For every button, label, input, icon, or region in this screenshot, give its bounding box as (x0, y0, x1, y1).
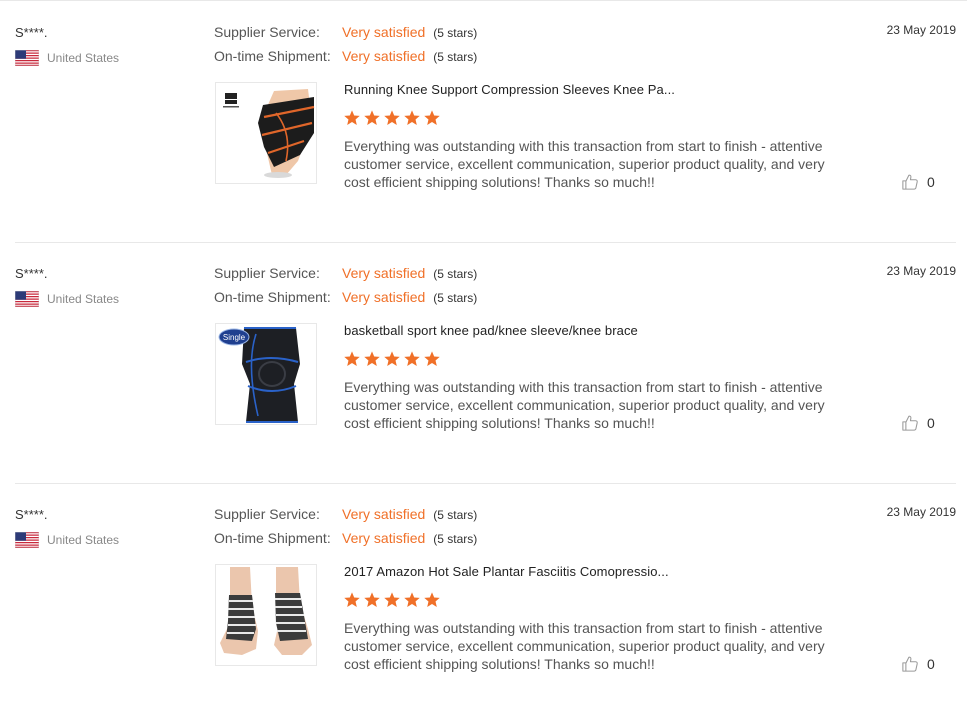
supplier-service-row: Supplier Service: Very satisfied (5 star… (214, 506, 477, 522)
ontime-shipment-row: On-time Shipment: Very satisfied (5 star… (214, 530, 477, 546)
ontime-shipment-value: Very satisfied (342, 530, 426, 546)
supplier-service-value: Very satisfied (342, 24, 426, 40)
us-flag-icon (15, 532, 39, 548)
thumbs-up-icon (902, 415, 918, 431)
buyer-name: S****. (15, 507, 48, 522)
buyer-name: S****. (15, 25, 48, 40)
star-icon (344, 592, 360, 607)
buyer-country: United States (47, 533, 120, 547)
supplier-service-stars: (5 stars) (433, 26, 478, 40)
star-icon (364, 592, 380, 607)
review-date: 23 May 2019 (886, 264, 956, 278)
ontime-shipment-value: Very satisfied (342, 48, 426, 64)
star-icon (404, 592, 420, 607)
supplier-service-value: Very satisfied (342, 265, 426, 281)
helpful-count: 0 (927, 656, 935, 672)
star-icon (364, 351, 380, 366)
single-badge: Single (223, 333, 246, 342)
us-flag-icon (15, 50, 39, 66)
supplier-service-value: Very satisfied (342, 506, 426, 522)
buyer-name: S****. (15, 266, 48, 281)
review-text: Everything was outstanding with this tra… (344, 138, 825, 190)
helpful-button[interactable]: 0 (901, 173, 935, 191)
helpful-button[interactable]: 0 (901, 414, 935, 432)
star-icon (384, 351, 400, 366)
star-icon (364, 110, 380, 125)
buyer-country: United States (47, 51, 120, 65)
supplier-service-row: Supplier Service: Very satisfied (5 star… (214, 24, 477, 40)
review-date: 23 May 2019 (886, 23, 956, 37)
review-item: S****. United States Supplier Service: V… (0, 1, 967, 243)
thumbs-up-icon (902, 656, 918, 672)
rating-stars (343, 109, 443, 127)
product-title-link[interactable]: basketball sport knee pad/knee sleeve/kn… (344, 323, 638, 338)
star-icon (344, 110, 360, 125)
us-flag-icon (15, 291, 39, 307)
star-icon (384, 110, 400, 125)
supplier-service-stars: (5 stars) (433, 508, 478, 522)
ontime-shipment-label: On-time Shipment: (214, 48, 331, 64)
star-icon (344, 351, 360, 366)
product-thumbnail[interactable] (215, 564, 317, 666)
buyer-location: United States (15, 291, 119, 307)
star-icon (424, 110, 440, 125)
buyer-location: United States (15, 50, 119, 66)
star-icon (404, 110, 420, 125)
thumbs-up-icon (902, 174, 918, 190)
buyer-country: United States (47, 292, 120, 306)
buyer-location: United States (15, 532, 119, 548)
product-title-link[interactable]: 2017 Amazon Hot Sale Plantar Fasciitis C… (344, 564, 669, 579)
helpful-button[interactable]: 0 (901, 655, 935, 673)
ontime-shipment-stars: (5 stars) (433, 532, 478, 546)
review-date: 23 May 2019 (886, 505, 956, 519)
ontime-shipment-label: On-time Shipment: (214, 530, 331, 546)
star-icon (404, 351, 420, 366)
rating-stars (343, 350, 443, 368)
supplier-service-stars: (5 stars) (433, 267, 478, 281)
ontime-shipment-row: On-time Shipment: Very satisfied (5 star… (214, 48, 477, 64)
product-title-link[interactable]: Running Knee Support Compression Sleeves… (344, 82, 675, 97)
supplier-service-label: Supplier Service: (214, 265, 320, 281)
supplier-service-row: Supplier Service: Very satisfied (5 star… (214, 265, 477, 281)
star-icon (424, 351, 440, 366)
product-thumbnail[interactable]: Single (215, 323, 317, 425)
review-text: Everything was outstanding with this tra… (344, 379, 825, 431)
rating-stars (343, 591, 443, 609)
supplier-service-label: Supplier Service: (214, 24, 320, 40)
review-item: S****. United States Supplier Service: V… (0, 483, 967, 724)
ontime-shipment-stars: (5 stars) (433, 50, 478, 64)
ontime-shipment-label: On-time Shipment: (214, 289, 331, 305)
review-item: S****. United States Supplier Service: V… (0, 242, 967, 484)
product-thumbnail[interactable] (215, 82, 317, 184)
helpful-count: 0 (927, 174, 935, 190)
helpful-count: 0 (927, 415, 935, 431)
ontime-shipment-value: Very satisfied (342, 289, 426, 305)
star-icon (384, 592, 400, 607)
review-text: Everything was outstanding with this tra… (344, 620, 825, 672)
star-icon (424, 592, 440, 607)
supplier-service-label: Supplier Service: (214, 506, 320, 522)
ontime-shipment-stars: (5 stars) (433, 291, 478, 305)
ontime-shipment-row: On-time Shipment: Very satisfied (5 star… (214, 289, 477, 305)
